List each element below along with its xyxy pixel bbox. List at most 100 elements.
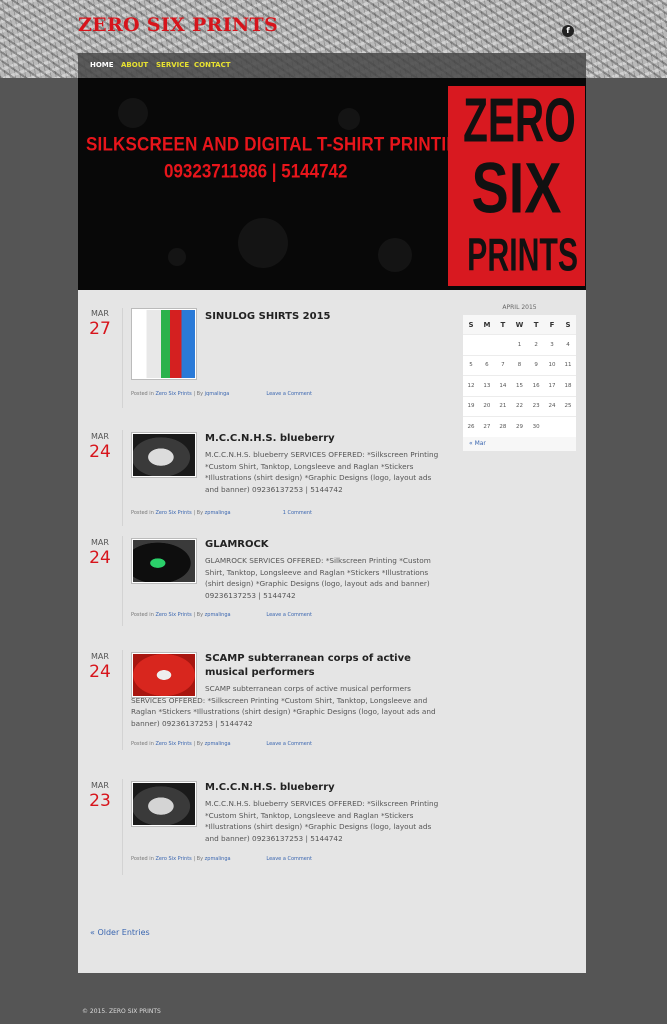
post-thumbnail[interactable] bbox=[131, 781, 197, 827]
post-title[interactable]: M.C.C.N.H.S. blueberry bbox=[205, 432, 440, 446]
calendar-days: 1 2 3 4 5 6 7 8 9 10 11 12 13 14 15 16 17 18 19 20 21 22 23 24 2… bbox=[463, 334, 576, 437]
post-comments-link[interactable]: 1 Comment bbox=[283, 510, 312, 516]
post-meta: Posted in Zero Six Prints | By zpmalinga bbox=[131, 612, 231, 618]
post-author-link[interactable]: zpmalinga bbox=[205, 510, 231, 516]
main-nav: HOME ABOUT SERVICE CONTACT bbox=[78, 53, 586, 78]
calendar-day: 29 bbox=[510, 416, 529, 437]
post-author-link[interactable]: zpmalinga bbox=[205, 741, 231, 747]
post-author-link[interactable]: zpmalinga bbox=[205, 612, 231, 618]
post-excerpt: M.C.C.N.H.S. blueberry SERVICES OFFERED:… bbox=[205, 450, 439, 494]
calendar-day: 20 bbox=[478, 395, 495, 417]
post-comments-link[interactable]: Leave a Comment bbox=[266, 856, 312, 862]
calendar-empty-cell bbox=[463, 334, 479, 355]
post-category-link[interactable]: Zero Six Prints bbox=[155, 391, 191, 397]
post-title[interactable]: SCAMP subterranean corps of active music… bbox=[205, 652, 440, 680]
post-author-link[interactable]: jqmalinga bbox=[205, 391, 230, 397]
calendar-day: 2 bbox=[528, 334, 545, 355]
post-thumbnail[interactable] bbox=[131, 432, 197, 478]
content-area: MAR 27 SINULOG SHIRTS 2015 Posted in Zer… bbox=[78, 290, 586, 973]
post-day: 24 bbox=[89, 662, 111, 682]
calendar-day: 21 bbox=[494, 395, 511, 417]
post-comments-link[interactable]: Leave a Comment bbox=[266, 741, 312, 747]
calendar-week: 1234 bbox=[463, 334, 576, 355]
calendar-day: 23 bbox=[528, 395, 545, 417]
calendar-empty-cell bbox=[494, 334, 511, 355]
header-banner: SILKSCREEN AND DIGITAL T-SHIRT PRINTING … bbox=[78, 78, 586, 290]
post-day: 24 bbox=[89, 442, 111, 462]
calendar-day: 19 bbox=[463, 395, 479, 417]
post-thumbnail[interactable] bbox=[131, 538, 197, 584]
calendar-week: 19 20 21 22 23 24 25 bbox=[463, 395, 576, 417]
post-excerpt: M.C.C.N.H.S. blueberry SERVICES OFFERED:… bbox=[205, 799, 439, 843]
weekday-header: T bbox=[528, 315, 545, 335]
nav-service[interactable]: SERVICE bbox=[156, 61, 189, 69]
post-month: MAR bbox=[91, 652, 109, 661]
nav-contact[interactable]: CONTACT bbox=[194, 61, 231, 69]
weekday-header: F bbox=[544, 315, 561, 335]
calendar-day: 18 bbox=[560, 375, 576, 396]
post-title[interactable]: M.C.C.N.H.S. blueberry bbox=[205, 781, 440, 795]
calendar-day: 9 bbox=[528, 354, 545, 376]
weekday-header: S bbox=[463, 315, 479, 335]
calendar-week: 26 27 28 29 30 bbox=[463, 416, 576, 437]
calendar-day: 6 bbox=[478, 354, 495, 376]
post-meta: Posted in Zero Six Prints | By zpmalinga bbox=[131, 510, 231, 516]
post-meta: Posted in Zero Six Prints | By jqmalinga bbox=[131, 391, 230, 397]
post-category-link[interactable]: Zero Six Prints bbox=[155, 856, 191, 862]
footer-copyright: © 2015. ZERO SIX PRINTS bbox=[82, 1008, 161, 1015]
weekday-header: S bbox=[560, 315, 576, 335]
post-comments-link[interactable]: Leave a Comment bbox=[266, 612, 312, 618]
post-meta: Posted in Zero Six Prints | By zpmalinga bbox=[131, 741, 231, 747]
calendar-widget: APRIL 2015 S M T W T F S 1 2 3 4 5 6 7 8 9 10 11 12… bbox=[463, 304, 576, 451]
post-month: MAR bbox=[91, 432, 109, 441]
post-month: MAR bbox=[91, 781, 109, 790]
post-category-link[interactable]: Zero Six Prints bbox=[155, 612, 191, 618]
calendar-empty-cell bbox=[478, 334, 495, 355]
calendar-day: 7 bbox=[494, 354, 511, 376]
post-author-link[interactable]: zpmalinga bbox=[205, 856, 231, 862]
calendar-day: 24 bbox=[544, 395, 561, 417]
post-thumbnail[interactable] bbox=[131, 308, 197, 380]
calendar-day: 8 bbox=[510, 354, 529, 376]
nav-about[interactable]: ABOUT bbox=[121, 61, 148, 69]
post-title[interactable]: GLAMROCK bbox=[205, 538, 440, 552]
post-month: MAR bbox=[91, 538, 109, 547]
calendar-day: 22 bbox=[510, 395, 529, 417]
calendar-empty-cell bbox=[544, 416, 561, 437]
post-day: 23 bbox=[89, 791, 111, 811]
banner-phones: 09323711986 | 5144742 bbox=[164, 160, 348, 182]
post-day: 24 bbox=[89, 548, 111, 568]
logo-line-prints: PRINTS bbox=[467, 228, 579, 281]
post-excerpt: SCAMP subterranean corps of active music… bbox=[131, 684, 436, 728]
calendar-day: 13 bbox=[478, 375, 495, 396]
calendar-day: 1 bbox=[510, 334, 529, 355]
site-title[interactable]: ZERO SIX PRINTS bbox=[78, 14, 278, 36]
post-excerpt: GLAMROCK SERVICES OFFERED: *Silkscreen P… bbox=[205, 556, 431, 600]
weekday-header: M bbox=[478, 315, 495, 335]
post-category-link[interactable]: Zero Six Prints bbox=[155, 741, 191, 747]
post-category-link[interactable]: Zero Six Prints bbox=[155, 510, 191, 516]
post-month: MAR bbox=[91, 309, 109, 318]
calendar-day: 12 bbox=[463, 375, 479, 396]
calendar-day: 17 bbox=[544, 375, 561, 396]
calendar-caption: APRIL 2015 bbox=[502, 304, 537, 311]
calendar-day: 26 bbox=[463, 416, 479, 437]
calendar-day: 28 bbox=[494, 416, 511, 437]
post-day: 27 bbox=[89, 319, 111, 339]
calendar-day: 3 bbox=[544, 334, 561, 355]
nav-home[interactable]: HOME bbox=[90, 61, 114, 69]
post-comments-link[interactable]: Leave a Comment bbox=[266, 391, 312, 397]
calendar-day: 4 bbox=[560, 334, 576, 355]
calendar-day: 16 bbox=[528, 375, 545, 396]
weekday-header: W bbox=[510, 315, 529, 335]
older-entries-link[interactable]: « Older Entries bbox=[90, 928, 150, 937]
logo-line-six: SIX bbox=[471, 149, 562, 229]
post-title[interactable]: SINULOG SHIRTS 2015 bbox=[205, 310, 440, 324]
calendar-week: 5 6 7 8 9 10 11 bbox=[463, 354, 576, 376]
calendar-table: S M T W T F S 1 2 3 4 5 6 7 8 9 10 11 12 13 14 15 16 17 1… bbox=[463, 315, 576, 437]
facebook-icon[interactable]: f bbox=[562, 25, 574, 37]
logo-line-zero: ZERO bbox=[463, 86, 576, 156]
calendar-day: 25 bbox=[560, 395, 576, 417]
post-meta: Posted in Zero Six Prints | By zpmalinga bbox=[131, 856, 231, 862]
calendar-prev-month-link[interactable]: « Mar bbox=[463, 436, 576, 451]
